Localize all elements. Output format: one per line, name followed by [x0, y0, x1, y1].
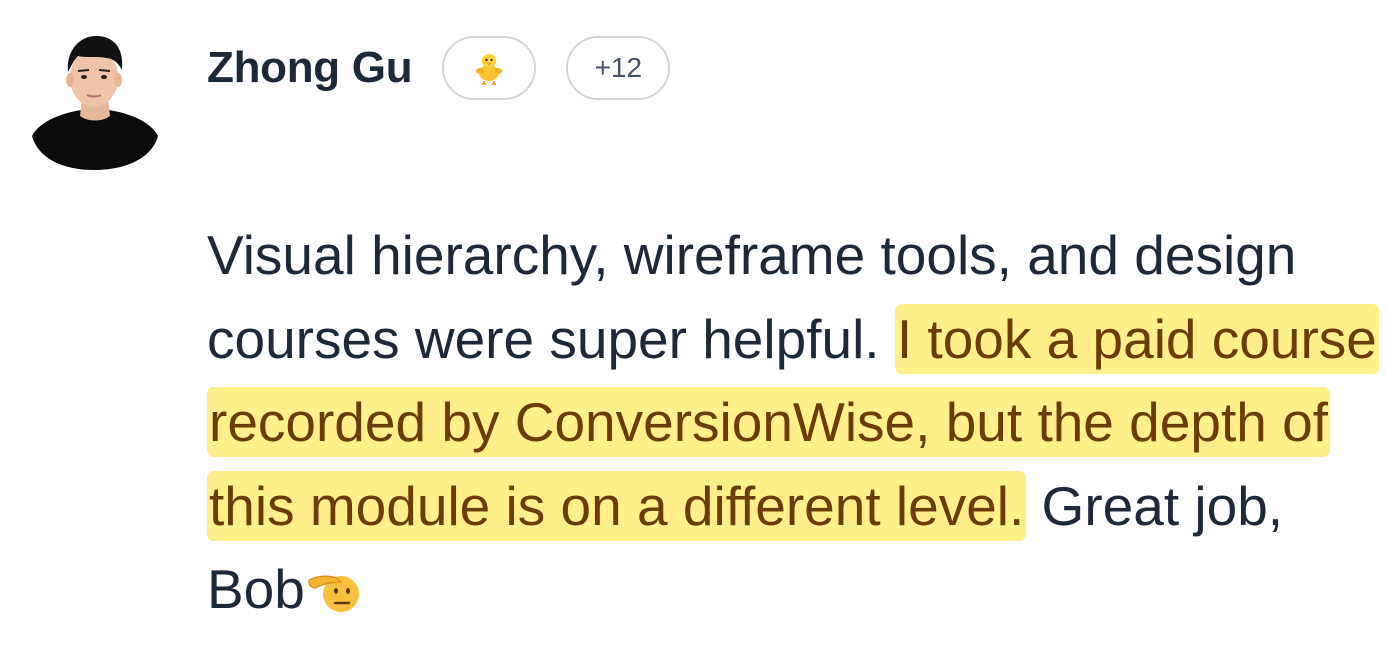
- more-reactions-button[interactable]: +12: [566, 36, 671, 100]
- person-avatar-icon: [32, 36, 158, 170]
- saluting-face-emoji-icon: [308, 575, 359, 612]
- reaction-pill[interactable]: [442, 36, 537, 100]
- avatar[interactable]: [26, 28, 162, 172]
- comment-body: Visual hierarchy, wireframe tools, and d…: [207, 214, 1379, 632]
- more-reactions-count: +12: [594, 52, 643, 83]
- author-name[interactable]: Zhong Gu: [207, 43, 413, 93]
- baby-chick-emoji-icon: [476, 54, 503, 85]
- comment-card: Zhong Gu +12 Visual hierarchy, wireframe…: [0, 0, 1386, 656]
- comment-header: Zhong Gu +12: [207, 34, 671, 102]
